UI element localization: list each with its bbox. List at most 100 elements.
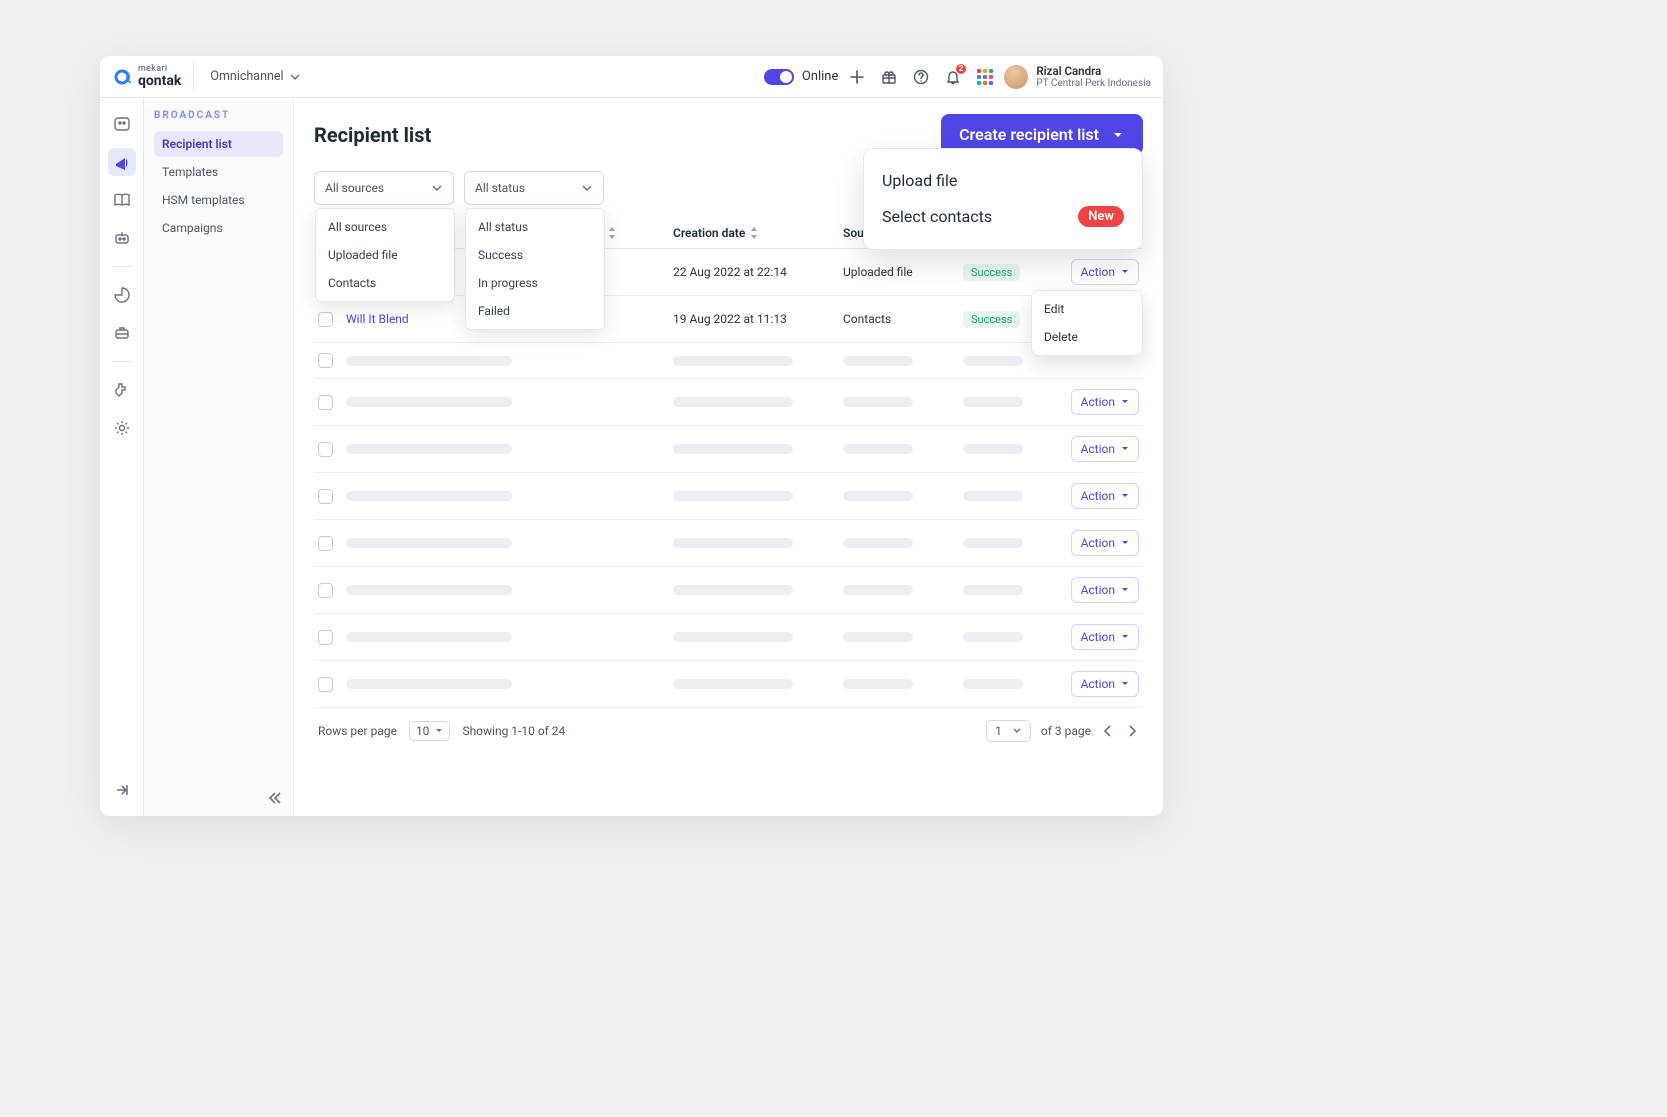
showing-label: Showing 1-10 of 24 (462, 724, 565, 738)
brand-line2: qontak (138, 74, 181, 88)
table-row: Will It Blend 49 19 Aug 2022 at 11:13 Co… (314, 296, 1143, 343)
rail-bot-icon[interactable] (108, 224, 136, 252)
row-action-button[interactable]: Action (1071, 259, 1139, 285)
chevron-down-icon (431, 182, 443, 194)
row-checkbox[interactable] (318, 353, 333, 368)
nav-recipient-list[interactable]: Recipient list (154, 131, 283, 157)
row-checkbox[interactable] (318, 395, 333, 410)
row-action-button[interactable]: Action (1071, 671, 1139, 697)
filter-source-select[interactable]: All sources All sources Uploaded file Co… (314, 171, 454, 205)
row-checkbox[interactable] (318, 312, 333, 327)
row-checkbox[interactable] (318, 536, 333, 551)
rail-settings-icon[interactable] (108, 414, 136, 442)
chevron-down-icon (581, 182, 593, 194)
sort-icon[interactable] (607, 227, 617, 239)
filter-source-label: All sources (325, 181, 384, 195)
nav-campaigns[interactable]: Campaigns (154, 215, 283, 241)
user-org: PT Central Perk Indonesia (1036, 78, 1151, 89)
filter-source-dropdown: All sources Uploaded file Contacts (315, 208, 455, 302)
row-checkbox[interactable] (318, 630, 333, 645)
rail-plugin-icon[interactable] (108, 376, 136, 404)
prev-page-icon[interactable] (1101, 724, 1115, 738)
rail-book-icon[interactable] (108, 186, 136, 214)
col-date-label: Creation date (673, 226, 745, 240)
page-suffix: of 3 page (1041, 724, 1091, 738)
filter-status-select[interactable]: All status All status Success In progres… (464, 171, 604, 205)
source-option-all[interactable]: All sources (316, 213, 454, 241)
table-row: Action (314, 661, 1143, 708)
rail-broadcast-icon[interactable] (108, 148, 136, 176)
caret-down-icon (435, 727, 443, 735)
table-row: Action (314, 426, 1143, 473)
caret-down-icon (1121, 680, 1129, 688)
rail-reports-icon[interactable] (108, 281, 136, 309)
create-select-contacts[interactable]: Select contacts New (880, 198, 1126, 235)
user-menu[interactable]: Rizal Candra PT Central Perk Indonesia (1004, 64, 1151, 89)
action-delete[interactable]: Delete (1032, 323, 1142, 351)
brand-logo: mekari qontak (112, 63, 194, 91)
row-checkbox[interactable] (318, 677, 333, 692)
caret-down-icon (1121, 492, 1129, 500)
icon-rail (100, 98, 144, 816)
app-window: mekari qontak Omnichannel Online 2 (100, 56, 1163, 816)
table-row: Action (314, 614, 1143, 661)
rail-inbox-icon[interactable] (108, 110, 136, 138)
notification-bell-icon[interactable]: 2 (944, 68, 962, 86)
subnav-collapse-icon[interactable] (267, 790, 283, 806)
table-row: Action (314, 379, 1143, 426)
channel-selector-label: Omnichannel (210, 69, 283, 84)
caret-down-icon (1121, 586, 1129, 594)
nav-hsm-templates[interactable]: HSM templates (154, 187, 283, 213)
chevron-down-icon (290, 72, 300, 82)
create-select-label: Select contacts (882, 207, 992, 226)
page-select[interactable]: 1 (986, 720, 1031, 742)
primary-button-label: Create recipient list (959, 125, 1099, 144)
status-option-inprogress[interactable]: In progress (466, 269, 604, 297)
rail-expand-icon[interactable] (108, 776, 136, 804)
row-action-button[interactable]: Action (1071, 483, 1139, 509)
row-action-button[interactable]: Action (1071, 389, 1139, 415)
status-badge: Success (963, 264, 1020, 281)
gift-icon[interactable] (880, 68, 898, 86)
apps-grid-icon[interactable] (976, 68, 994, 86)
page-title: Recipient list (314, 123, 431, 147)
create-dropdown: Upload file Select contacts New (863, 148, 1143, 250)
row-name-link[interactable]: Will It Blend (346, 312, 409, 326)
row-checkbox[interactable] (318, 442, 333, 457)
status-option-failed[interactable]: Failed (466, 297, 604, 325)
status-option-all[interactable]: All status (466, 213, 604, 241)
source-option-uploaded[interactable]: Uploaded file (316, 241, 454, 269)
sort-icon[interactable] (749, 227, 759, 239)
row-action-button[interactable]: Action (1071, 624, 1139, 650)
row-date: 22 Aug 2022 at 22:14 (673, 265, 843, 279)
help-icon[interactable] (912, 68, 930, 86)
row-source: Uploaded file (843, 265, 963, 279)
online-label: Online (802, 69, 839, 84)
table-row: Action (314, 473, 1143, 520)
action-edit[interactable]: Edit (1032, 295, 1142, 323)
status-badge: Success (963, 311, 1020, 328)
row-action-button[interactable]: Action (1071, 436, 1139, 462)
toggle-switch[interactable] (764, 69, 794, 85)
user-name: Rizal Candra (1036, 64, 1151, 78)
add-icon[interactable] (848, 68, 866, 86)
create-upload-file[interactable]: Upload file (880, 163, 1126, 198)
avatar (1004, 65, 1028, 89)
table-row: Action (314, 567, 1143, 614)
online-toggle[interactable]: Online (764, 69, 839, 85)
row-action-button[interactable]: Action (1071, 530, 1139, 556)
notification-badge: 2 (956, 64, 967, 74)
qontak-logo-icon (112, 67, 132, 87)
caret-down-icon (1121, 539, 1129, 547)
row-checkbox[interactable] (318, 583, 333, 598)
next-page-icon[interactable] (1125, 724, 1139, 738)
status-option-success[interactable]: Success (466, 241, 604, 269)
row-checkbox[interactable] (318, 489, 333, 504)
rail-briefcase-icon[interactable] (108, 319, 136, 347)
source-option-contacts[interactable]: Contacts (316, 269, 454, 297)
row-action-button[interactable]: Action (1071, 577, 1139, 603)
rows-per-page-select[interactable]: 10 (409, 721, 451, 741)
channel-selector[interactable]: Omnichannel (210, 69, 299, 84)
nav-templates[interactable]: Templates (154, 159, 283, 185)
pagination: Rows per page 10 Showing 1-10 of 24 1 of… (314, 708, 1143, 754)
